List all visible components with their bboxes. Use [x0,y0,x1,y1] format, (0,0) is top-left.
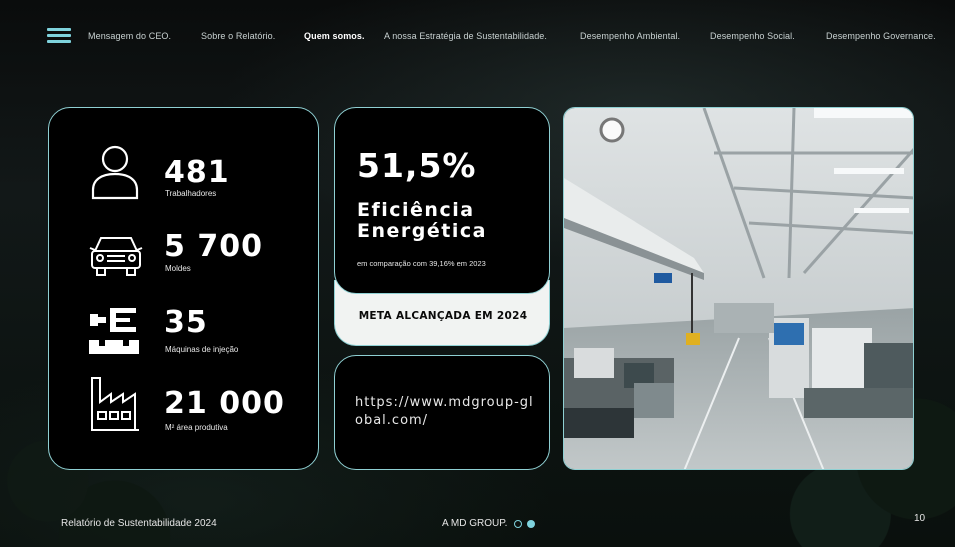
injection-machine-icon [89,308,141,360]
stat-value: 35 [164,305,208,340]
hamburger-menu-icon[interactable] [47,28,71,44]
person-icon [89,144,141,200]
efficiency-comparison: em comparação com 39,16% em 2023 [357,259,486,268]
section-name: A MD GROUP. [442,518,508,529]
page-indicator-dot-2[interactable] [527,520,535,528]
nav-item-environmental[interactable]: Desempenho Ambiental. [580,31,680,41]
page-indicator-dot-1[interactable] [514,520,522,528]
car-icon [89,233,143,285]
stat-value: 21 000 [164,386,285,421]
stat-label: Trabalhadores [165,189,217,198]
website-link-card[interactable]: https://www.mdgroup-global.com/ [334,355,550,470]
top-navigation: Mensagem do CEO. Sobre o Relatório. Quem… [0,0,955,60]
efficiency-value: 51,5% [357,146,477,185]
stat-label: M² área produtiva [165,423,228,432]
factory-interior-photo [563,107,914,470]
stat-value: 5 700 [164,229,263,264]
nav-item-sustainability-strategy[interactable]: A nossa Estratégia de Sustentabilidade. [384,31,547,41]
nav-item-ceo-message[interactable]: Mensagem do CEO. [88,31,171,41]
report-title: Relatório de Sustentabilidade 2024 [61,518,217,529]
page-number: 10 [914,513,926,524]
factory-icon [89,376,141,431]
nav-item-who-we-are[interactable]: Quem somos. [304,31,365,41]
nav-item-governance[interactable]: Desempenho Governance. [826,31,936,41]
stat-label: Moldes [165,264,191,273]
efficiency-title: Eficiência Energética [357,199,487,242]
stat-value: 481 [164,155,230,190]
energy-efficiency-card: 51,5% Eficiência Energética em comparaçã… [334,107,550,294]
goal-text: META ALCANÇADA EM 2024 [358,310,528,322]
stat-label: Máquinas de injeção [165,345,239,354]
website-link[interactable]: https://www.mdgroup-global.com/ [355,394,540,430]
nav-item-social[interactable]: Desempenho Social. [710,31,795,41]
nav-item-about-report[interactable]: Sobre o Relatório. [201,31,275,41]
stats-card: 481 Trabalhadores 5 700 Moldes 35 Máquin… [48,107,319,470]
